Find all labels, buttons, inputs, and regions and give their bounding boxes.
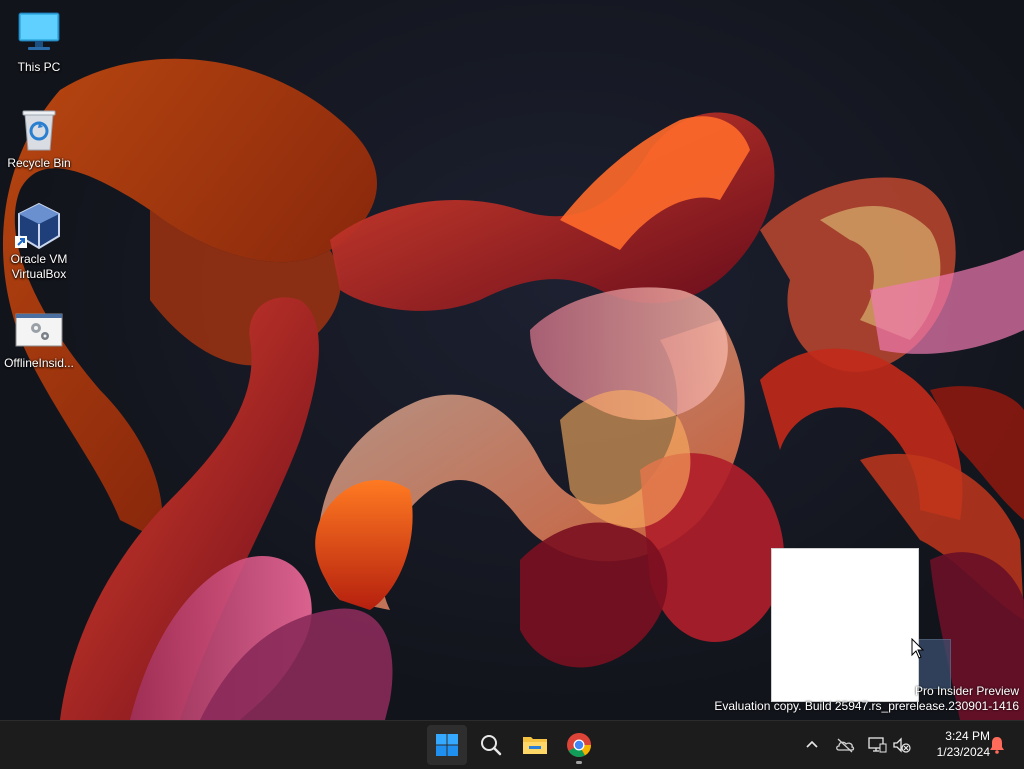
- desktop-icon-recycle-bin[interactable]: Recycle Bin: [1, 106, 77, 171]
- start-button[interactable]: [427, 725, 467, 765]
- chrome-button[interactable]: [559, 725, 599, 765]
- desktop-icon-offline-insider[interactable]: OfflineInsid...: [1, 306, 77, 371]
- desktop-icon-label: OfflineInsid...: [4, 356, 74, 370]
- onedrive-icon: [836, 738, 855, 753]
- notification-bell-icon: [990, 737, 1004, 754]
- watermark-line-2: Evaluation copy. Build 25947.rs_prerelea…: [714, 699, 1019, 713]
- show-hidden-icons-button[interactable]: [800, 733, 824, 757]
- network-button[interactable]: [865, 733, 889, 757]
- chrome-icon: [567, 733, 591, 758]
- desktop-icon-virtualbox[interactable]: Oracle VM VirtualBox: [1, 202, 77, 282]
- network-icon: [868, 737, 887, 753]
- mouse-cursor-icon: [911, 638, 925, 659]
- desktop-icon-this-pc[interactable]: This PC: [1, 10, 77, 75]
- search-button[interactable]: [471, 725, 511, 765]
- batch-file-gear-icon: [15, 306, 63, 354]
- watermark-line-1: Pro Insider Preview: [914, 684, 1019, 698]
- clock-button[interactable]: 3:24 PM 1/23/2024: [916, 728, 990, 760]
- monitor-icon: [15, 10, 63, 58]
- volume-button[interactable]: [890, 733, 914, 757]
- chevron-up-icon: [806, 740, 818, 748]
- file-explorer-icon: [523, 737, 547, 754]
- desktop[interactable]: This PC Recycle Bin Oracle VM VirtualBox: [0, 0, 1024, 720]
- running-indicator: [576, 761, 582, 764]
- blank-popup-window[interactable]: [771, 548, 919, 702]
- clock-date: 1/23/2024: [936, 745, 990, 759]
- virtualbox-icon: [15, 202, 63, 250]
- desktop-icon-label: Oracle VM VirtualBox: [10, 252, 68, 281]
- desktop-icon-label: This PC: [17, 60, 61, 74]
- volume-muted-icon: [893, 737, 911, 753]
- search-icon: [481, 735, 502, 756]
- clock-time: 3:24 PM: [945, 729, 990, 743]
- onedrive-button[interactable]: [833, 733, 857, 757]
- desktop-icon-label: Recycle Bin: [7, 156, 71, 170]
- notifications-button[interactable]: [985, 733, 1009, 757]
- evaluation-watermark: Pro Insider Preview Evaluation copy. Bui…: [714, 684, 1019, 714]
- start-icon: [436, 734, 458, 756]
- taskbar: 3:24 PM 1/23/2024: [0, 720, 1024, 769]
- recycle-bin-icon: [15, 106, 63, 154]
- file-explorer-button[interactable]: [515, 725, 555, 765]
